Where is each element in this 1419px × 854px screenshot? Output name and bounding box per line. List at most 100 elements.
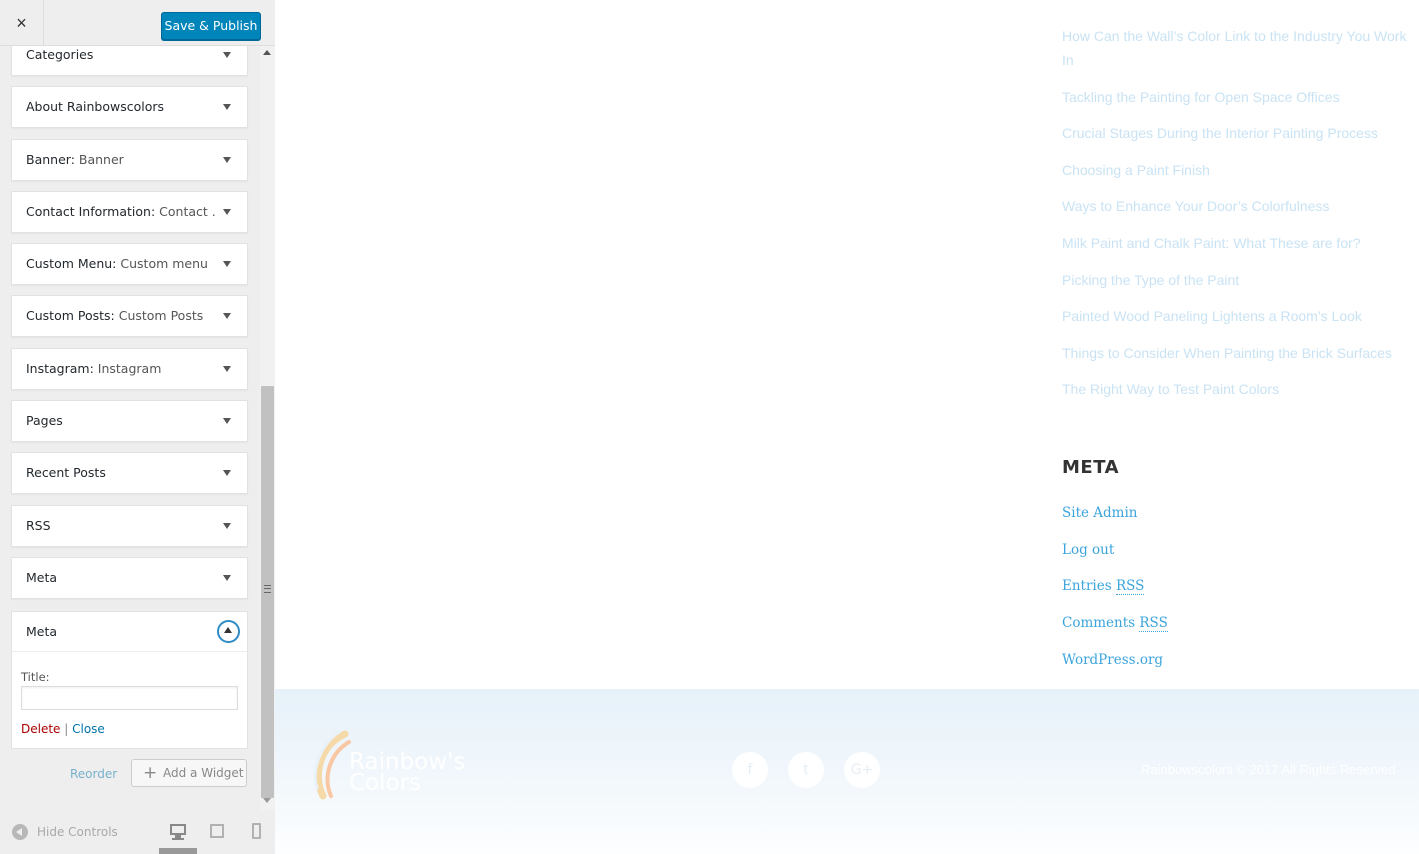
widget-name: Custom Posts: — [26, 308, 115, 323]
close-widget-link[interactable]: Close — [72, 722, 105, 736]
expand-arrow-icon[interactable] — [223, 470, 231, 476]
meta-link[interactable]: WordPress.org — [1062, 648, 1168, 685]
expand-arrow-icon[interactable] — [223, 261, 231, 267]
widget-item[interactable]: Custom Menu: Custom menu — [11, 243, 248, 285]
widget-name: Recent Posts — [26, 465, 106, 480]
widget-item[interactable]: Recent Posts — [11, 452, 248, 494]
widget-name: Banner: — [26, 152, 75, 167]
expand-arrow-icon[interactable] — [223, 523, 231, 529]
widget-title: Instagram: Instagram — [26, 349, 216, 389]
widget-title: RSS — [26, 506, 216, 546]
active-device-indicator — [159, 848, 197, 854]
add-widget-button[interactable]: + Add a Widget — [131, 759, 247, 787]
scroll-up-arrow-icon[interactable] — [263, 50, 271, 55]
recent-post-link[interactable]: Ways to Enhance Your Door’s Colorfulness — [1062, 194, 1407, 218]
desktop-icon — [170, 824, 186, 835]
rainbows-colors-logo: Rainbow's Colors — [313, 730, 465, 800]
widget-item[interactable]: Meta — [11, 557, 248, 599]
recent-post-link[interactable]: How Can the Wall’s Color Link to the Ind… — [1062, 24, 1407, 72]
title-field-label: Title: — [21, 670, 50, 684]
widget-item[interactable]: Pages — [11, 400, 248, 442]
meta-link-text: WordPress.org — [1062, 651, 1164, 668]
hide-controls-label: Hide Controls — [37, 825, 118, 839]
widget-name: Custom Menu: — [26, 256, 117, 271]
recent-posts-list: How Can the Wall’s Color Link to the Ind… — [1062, 24, 1407, 414]
meta-link-text: Entries — [1062, 578, 1116, 595]
save-publish-button[interactable]: Save & Publish — [161, 12, 261, 40]
rss-abbreviation: RSS — [1139, 615, 1168, 633]
expanded-widget-header[interactable]: Meta — [12, 612, 247, 652]
hide-controls-button[interactable]: Hide Controls — [12, 822, 118, 842]
scroll-down-arrow-icon[interactable] — [263, 798, 271, 803]
widget-item[interactable]: RSS — [11, 505, 248, 547]
meta-link[interactable]: Log out — [1062, 538, 1168, 575]
widget-item[interactable]: Categories — [11, 46, 248, 76]
widget-item[interactable]: Contact Information: Contact ... — [11, 191, 248, 233]
widget-item[interactable]: Custom Posts: Custom Posts — [11, 295, 248, 337]
widget-name: Pages — [26, 413, 63, 428]
tablet-preview-button[interactable] — [206, 822, 228, 842]
twitter-link[interactable]: t — [788, 752, 824, 788]
meta-link[interactable]: Comments RSS — [1062, 611, 1168, 648]
recent-post-link[interactable]: Things to Consider When Painting the Bri… — [1062, 341, 1407, 365]
reorder-widgets-link[interactable]: Reorder — [70, 767, 117, 781]
meta-widget-heading: META — [1062, 457, 1120, 478]
expand-arrow-icon[interactable] — [223, 366, 231, 372]
facebook-link[interactable]: f — [732, 752, 768, 788]
sidebar-scrollbar[interactable] — [260, 46, 275, 810]
recent-post-link[interactable]: Picking the Type of the Paint — [1062, 268, 1407, 292]
mobile-icon — [252, 823, 261, 839]
collapse-widget-button[interactable] — [217, 620, 240, 643]
widget-title: Categories — [26, 46, 216, 75]
widget-item[interactable]: About Rainbowscolors — [11, 86, 248, 128]
google-plus-link[interactable]: G+ — [844, 752, 880, 788]
meta-link-text: Site Admin — [1062, 505, 1138, 521]
recent-post-link[interactable]: Choosing a Paint Finish — [1062, 158, 1407, 182]
widget-actions: Delete | Close — [21, 722, 105, 736]
widget-item[interactable]: Banner: Banner — [11, 139, 248, 181]
scrollbar-thumb[interactable] — [261, 386, 274, 798]
widget-name: Meta — [26, 570, 58, 585]
facebook-icon: f — [747, 762, 753, 778]
site-footer: Rainbow's Colors f t G+ Rainbowscolors ©… — [275, 689, 1419, 854]
close-customizer-button[interactable]: × — [0, 0, 44, 46]
rss-abbreviation: RSS — [1115, 578, 1145, 596]
widget-title-input[interactable] — [21, 686, 238, 710]
mobile-preview-button[interactable] — [246, 822, 268, 842]
recent-post-link[interactable]: Painted Wood Paneling Lightens a Room’s … — [1062, 304, 1407, 328]
widget-title: Recent Posts — [26, 453, 216, 493]
recent-post-link[interactable]: Tackling the Painting for Open Space Off… — [1062, 85, 1407, 109]
desktop-icon-base — [172, 838, 184, 840]
expand-arrow-icon[interactable] — [223, 52, 231, 58]
twitter-icon: t — [803, 762, 809, 778]
widget-instance-title: Custom Posts — [114, 308, 204, 323]
plus-icon: + — [143, 763, 158, 783]
customizer-sidebar: × Save & Publish Categories About Rainbow… — [0, 0, 275, 854]
desktop-preview-button[interactable] — [167, 822, 189, 842]
meta-link[interactable]: Entries RSS — [1062, 574, 1168, 611]
recent-post-link[interactable]: Crucial Stages During the Interior Paint… — [1062, 121, 1407, 145]
widget-instance-title: Banner — [74, 152, 124, 167]
expand-arrow-icon[interactable] — [223, 104, 231, 110]
widget-name: Contact Information: — [26, 204, 156, 219]
widget-title: About Rainbowscolors — [26, 87, 216, 127]
widget-title: Meta — [26, 558, 216, 598]
expand-arrow-icon[interactable] — [223, 418, 231, 424]
expand-arrow-icon[interactable] — [223, 157, 231, 163]
widget-title: Custom Menu: Custom menu — [26, 244, 216, 284]
widget-instance-title: Custom menu — [116, 256, 208, 271]
expand-arrow-icon[interactable] — [223, 575, 231, 581]
customizer-header: × Save & Publish — [0, 0, 275, 46]
recent-post-link[interactable]: The Right Way to Test Paint Colors — [1062, 377, 1407, 401]
widget-item[interactable]: Instagram: Instagram — [11, 348, 248, 390]
delete-widget-link[interactable]: Delete — [21, 722, 60, 736]
add-widget-label: Add a Widget — [163, 766, 244, 780]
expand-arrow-icon[interactable] — [223, 209, 231, 215]
widget-name: Categories — [26, 47, 94, 62]
widget-title: Banner: Banner — [26, 140, 216, 180]
meta-link[interactable]: Site Admin — [1062, 501, 1168, 538]
recent-post-link[interactable]: Milk Paint and Chalk Paint: What These a… — [1062, 231, 1407, 255]
tablet-icon — [210, 824, 224, 838]
expanded-meta-widget: Meta Title: Delete | Close — [11, 611, 248, 749]
expand-arrow-icon[interactable] — [223, 313, 231, 319]
